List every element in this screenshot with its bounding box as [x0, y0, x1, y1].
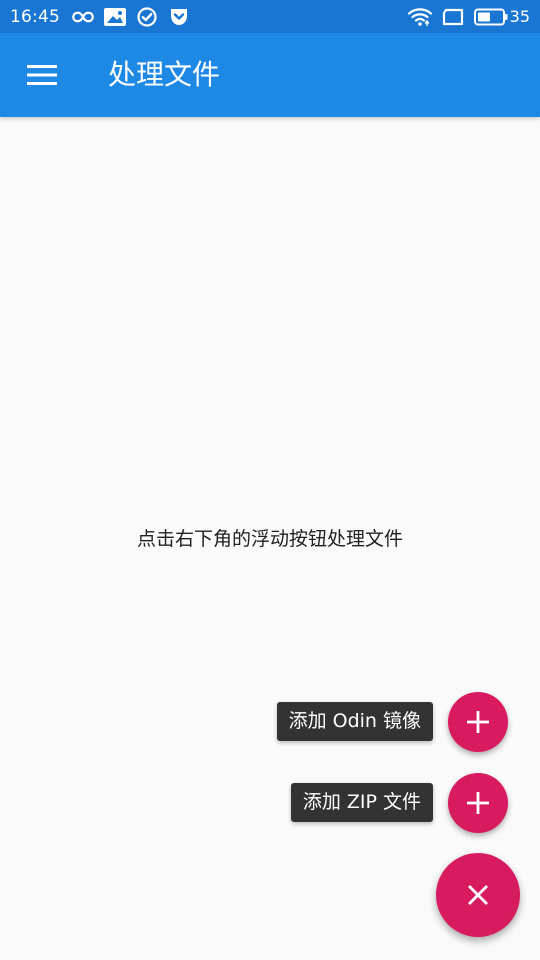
wifi-icon	[407, 7, 432, 27]
close-fab-menu-button[interactable]	[436, 853, 520, 937]
add-zip-file-button[interactable]	[448, 773, 508, 833]
plus-icon	[467, 711, 489, 733]
check-circle-icon	[136, 6, 158, 28]
status-bar: 16:45 35	[0, 0, 540, 33]
plus-icon	[467, 792, 489, 814]
status-bar-right: 35	[398, 0, 530, 33]
status-time: 16:45	[10, 6, 60, 27]
battery-icon	[473, 8, 508, 26]
add-zip-file-label[interactable]: 添加 ZIP 文件	[290, 783, 433, 822]
status-bar-left: 16:45	[10, 0, 200, 33]
add-odin-image-button[interactable]	[448, 692, 508, 752]
close-icon	[468, 885, 488, 905]
app-bar: 处理文件	[0, 33, 540, 117]
hamburger-menu-icon	[27, 65, 57, 85]
screen-rotation-icon	[442, 8, 464, 26]
add-odin-image-label[interactable]: 添加 Odin 镜像	[276, 702, 433, 741]
battery-level: 35	[509, 7, 530, 26]
menu-button[interactable]	[20, 54, 64, 96]
notification-icons	[72, 6, 200, 28]
page-title: 处理文件	[108, 58, 221, 91]
empty-state-hint: 点击右下角的浮动按钮处理文件	[136, 528, 403, 550]
infinity-icon	[72, 6, 94, 28]
pocket-icon	[168, 6, 190, 28]
image-notification-icon	[104, 6, 126, 28]
